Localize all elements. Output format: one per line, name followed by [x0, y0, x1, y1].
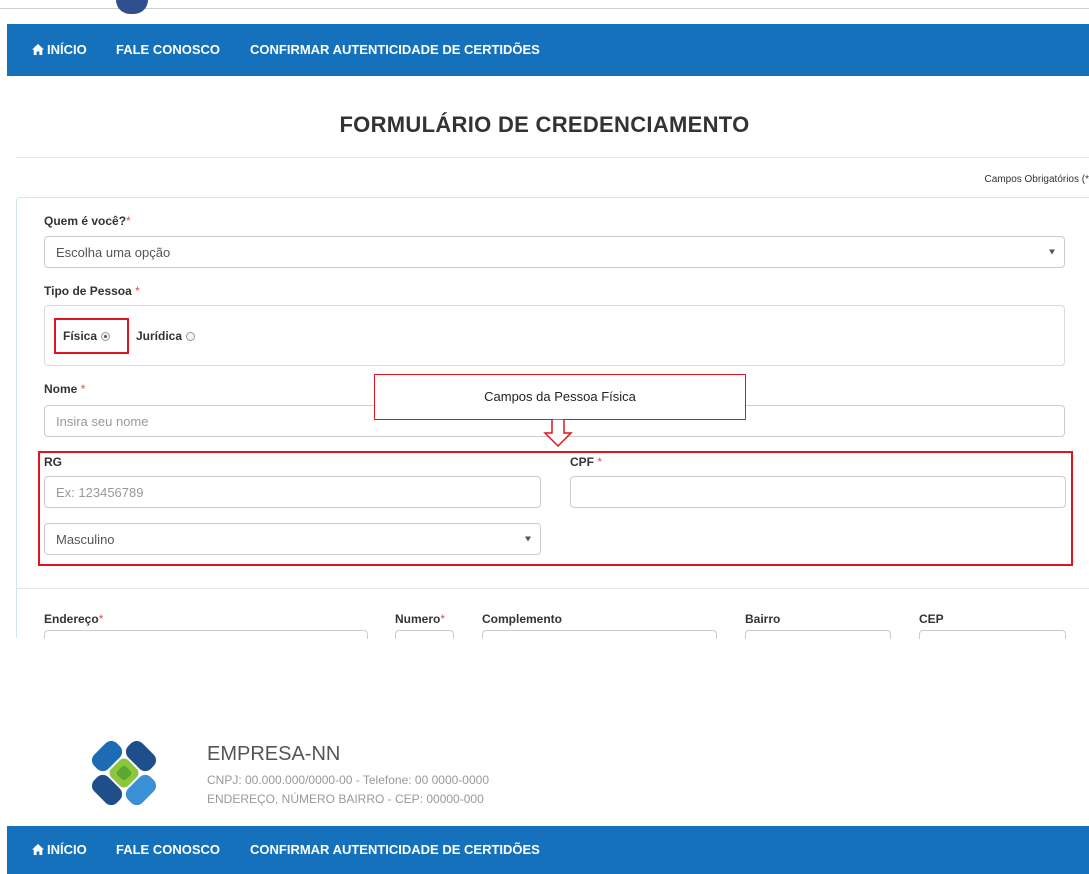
- company-logo: [91, 740, 157, 806]
- footer-nav-home-label: INÍCIO: [47, 842, 87, 857]
- footer-nav-verify-link[interactable]: CONFIRMAR AUTENTICIDADE DE CERTIDÕES: [250, 826, 540, 874]
- nav-verify-link[interactable]: CONFIRMAR AUTENTICIDADE DE CERTIDÕES: [250, 24, 540, 76]
- quem-select-value: Escolha uma opção: [56, 244, 171, 260]
- juridica-label: Jurídica: [136, 329, 183, 343]
- rg-placeholder: Ex: 123456789: [56, 484, 144, 500]
- logo-fragment: [116, 0, 148, 14]
- numero-input[interactable]: [395, 630, 454, 639]
- bairro-input[interactable]: [745, 630, 891, 639]
- required-mark: *: [80, 382, 86, 396]
- tipo-pessoa-label: Tipo de Pessoa *: [44, 284, 140, 298]
- quem-label: Quem é você?*: [44, 214, 131, 228]
- rg-label: RG: [44, 455, 62, 469]
- home-icon: [32, 844, 44, 855]
- required-mark: *: [135, 284, 140, 298]
- annotation-callout: Campos da Pessoa Física: [374, 374, 746, 420]
- rg-input[interactable]: Ex: 123456789: [44, 476, 541, 508]
- nome-placeholder: Insira seu nome: [56, 413, 149, 429]
- endereco-label: Endereço*: [44, 612, 104, 626]
- section-divider: [16, 588, 1089, 589]
- endereco-input[interactable]: [44, 630, 368, 639]
- top-divider: [0, 8, 1089, 9]
- radio-unchecked-icon[interactable]: [186, 332, 196, 341]
- home-icon: [32, 44, 44, 55]
- footer-nav-home-link[interactable]: INÍCIO: [32, 826, 87, 874]
- radio-fisica[interactable]: Física: [63, 329, 111, 343]
- cep-input[interactable]: [919, 630, 1066, 639]
- top-navbar: INÍCIO FALE CONOSCO CONFIRMAR AUTENTICID…: [7, 24, 1089, 76]
- bairro-label: Bairro: [745, 612, 781, 626]
- required-mark: *: [440, 612, 446, 626]
- company-name: EMPRESA-NN: [207, 743, 341, 765]
- complemento-input[interactable]: [482, 630, 717, 639]
- radio-juridica[interactable]: Jurídica: [136, 329, 196, 343]
- quem-select[interactable]: Escolha uma opção: [44, 236, 1065, 268]
- required-mark: *: [98, 612, 104, 626]
- title-divider: [16, 157, 1089, 158]
- numero-label: Numero*: [395, 612, 446, 626]
- chevron-down-icon: [525, 536, 531, 542]
- company-address-line: ENDEREÇO, NÚMERO BAIRRO - CEP: 00000-000: [207, 792, 484, 806]
- footer-nav-contact-link[interactable]: FALE CONOSCO: [116, 826, 220, 874]
- sexo-select[interactable]: Masculino: [44, 523, 541, 555]
- page-title: FORMULÁRIO DE CREDENCIAMENTO: [339, 112, 750, 137]
- cpf-input[interactable]: [570, 476, 1066, 508]
- required-mark: *: [597, 455, 603, 469]
- nav-home-link[interactable]: INÍCIO: [32, 24, 87, 76]
- fisica-label: Física: [63, 329, 98, 343]
- required-mark: *: [126, 214, 131, 228]
- down-arrow-icon: [543, 419, 573, 448]
- nav-contact-link[interactable]: FALE CONOSCO: [116, 24, 220, 76]
- tipo-pessoa-group: [44, 305, 1065, 366]
- footer-navbar: INÍCIO FALE CONOSCO CONFIRMAR AUTENTICID…: [7, 826, 1089, 874]
- cep-label: CEP: [919, 612, 944, 626]
- required-fields-note: Campos Obrigatórios (*: [984, 174, 1089, 185]
- cpf-label: CPF *: [570, 455, 603, 469]
- chevron-down-icon: [1049, 249, 1055, 255]
- sexo-select-value: Masculino: [56, 531, 115, 547]
- complemento-label: Complemento: [482, 612, 563, 626]
- radio-checked-icon[interactable]: [101, 332, 111, 341]
- company-cnpj-line: CNPJ: 00.000.000/0000-00 - Telefone: 00 …: [207, 773, 489, 787]
- nav-home-label: INÍCIO: [47, 42, 87, 57]
- nome-label: Nome *: [44, 382, 86, 396]
